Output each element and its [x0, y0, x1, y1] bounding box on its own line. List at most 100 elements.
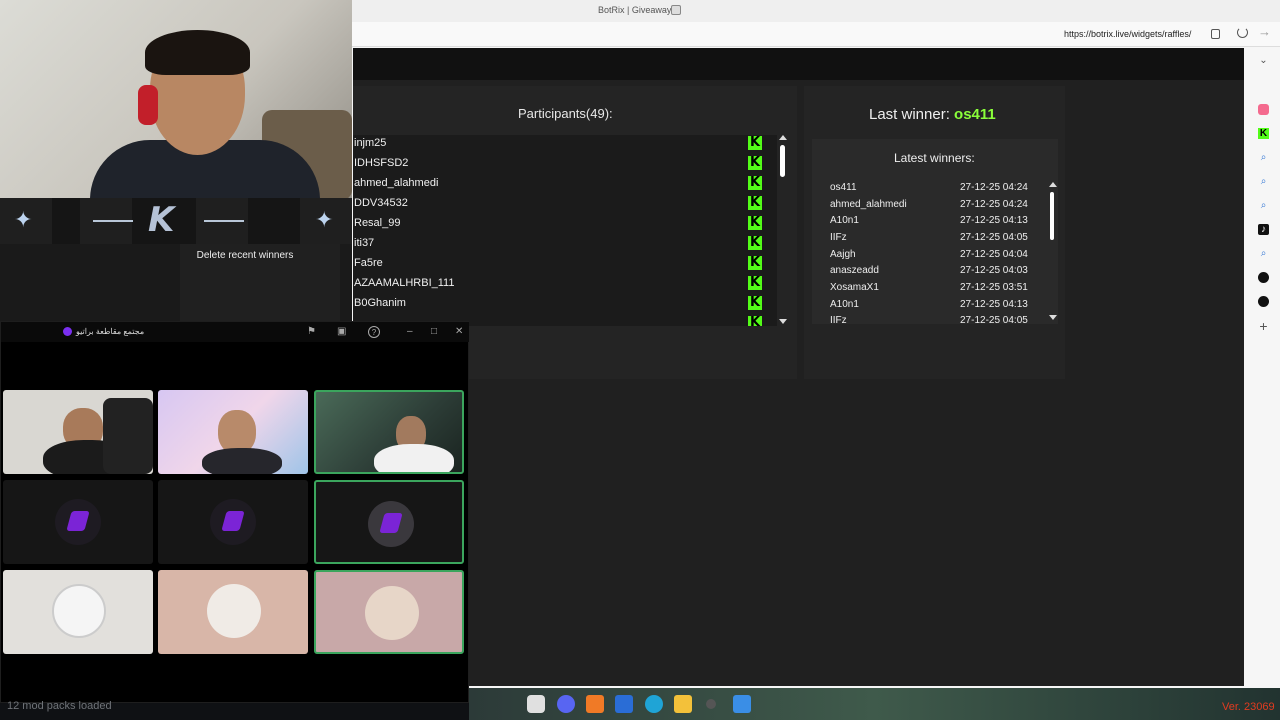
participant-body — [374, 444, 454, 472]
avatar-tile-speaking[interactable] — [314, 480, 464, 564]
scroll-up-icon[interactable] — [1049, 182, 1057, 187]
winner-name: os411 — [830, 182, 857, 193]
avatar-tile[interactable] — [158, 480, 308, 564]
participants-scrollbar[interactable] — [779, 135, 787, 326]
winner-row: ahmed_alahmedi 27-12-25 04:24 — [830, 199, 1035, 215]
lock-icon[interactable] — [1211, 29, 1220, 39]
edge-icon[interactable] — [645, 695, 663, 713]
flag-icon[interactable]: ⚑ — [307, 326, 316, 337]
avatar-tile-speaking[interactable] — [314, 570, 464, 654]
video-tile[interactable] — [158, 390, 308, 474]
channel-logo: K — [148, 200, 175, 240]
avatar — [207, 584, 261, 638]
participant-name: ahmed_alahmedi — [354, 177, 439, 189]
avatar — [210, 499, 256, 545]
kick-icon: K — [748, 316, 762, 326]
streamer — [90, 30, 320, 198]
participant-name: DDV34532 — [354, 197, 408, 209]
scroll-thumb[interactable] — [780, 145, 785, 177]
winner-time: 27-12-25 04:13 — [960, 215, 1028, 226]
botrix-page: Participants(49): injm25 K IDHSFSD2 K ahme… — [353, 48, 1244, 686]
winners-panel: Last winner: os411 Latest winners: os411… — [804, 86, 1065, 379]
search-icon[interactable]: ⌕ — [1258, 152, 1269, 163]
tab-audio-icon[interactable] — [671, 5, 681, 15]
video-tile-speaking[interactable] — [314, 390, 464, 474]
kick-icon: K — [748, 155, 762, 170]
winner-name: A10n1 — [830, 215, 859, 226]
search-icon[interactable]: ⌕ — [1258, 200, 1269, 211]
logo-line — [204, 220, 244, 222]
winner-time: 27-12-25 04:05 — [960, 232, 1028, 243]
winner-time: 27-12-25 03:51 — [960, 282, 1028, 293]
url-text[interactable]: https://botrix.live/widgets/raffles/ — [1064, 29, 1191, 39]
participants-list[interactable]: injm25 K IDHSFSD2 K ahmed_alahmedi K DDV345… — [353, 135, 777, 326]
winner-name: IIFz — [830, 232, 847, 243]
scroll-thumb[interactable] — [1050, 192, 1054, 240]
voice-call-window: مجتمع مقاطعة براتيو ⚑ ▣ ? – □ ✕ — [0, 321, 469, 703]
video-app-icon[interactable] — [1258, 104, 1269, 115]
avatar — [52, 584, 106, 638]
scroll-down-icon[interactable] — [1049, 315, 1057, 320]
winner-time: 27-12-25 04:04 — [960, 249, 1028, 260]
list-item: injm25 K — [354, 135, 764, 155]
close-icon[interactable]: ✕ — [455, 326, 463, 337]
maximize-icon[interactable]: □ — [431, 326, 437, 337]
screen-share-icon[interactable]: ▣ — [337, 326, 346, 337]
participant-body — [202, 448, 282, 474]
kick-icon: K — [748, 175, 762, 190]
kick-icon[interactable]: K — [1258, 128, 1269, 139]
app-icon[interactable] — [1258, 272, 1269, 283]
server-icon — [63, 327, 72, 336]
participants-title: Participants(49): — [518, 106, 613, 121]
winner-row: Aajgh 27-12-25 04:04 — [830, 249, 1035, 265]
winner-name: A10n1 — [830, 299, 859, 310]
add-icon[interactable]: + — [1258, 319, 1269, 333]
latest-winners-title: Latest winners: — [894, 151, 975, 165]
tab-title[interactable]: BotRix | Giveaways — [598, 5, 676, 15]
streamer-hair — [145, 30, 250, 75]
app-icon[interactable] — [586, 695, 604, 713]
delete-recent-winners-button[interactable]: Delete recent winners — [190, 250, 300, 262]
winners-scrollbar[interactable] — [1049, 182, 1057, 322]
list-item: ahmed_alahmedi K — [354, 175, 764, 195]
app-icon[interactable] — [1258, 296, 1269, 307]
discord-icon[interactable] — [557, 695, 575, 713]
scroll-up-icon[interactable] — [779, 135, 787, 140]
avatar-tile[interactable] — [3, 570, 153, 654]
avatar-tile[interactable] — [3, 480, 153, 564]
winner-name: ahmed_alahmedi — [830, 199, 907, 210]
winner-time: 27-12-25 04:24 — [960, 199, 1028, 210]
store-icon[interactable] — [615, 695, 633, 713]
participant-name: Resal_99 — [354, 217, 401, 229]
kick-icon: K — [748, 275, 762, 290]
app-icon[interactable] — [706, 699, 716, 709]
windows-icon[interactable] — [733, 695, 751, 713]
chevron-down-icon[interactable]: ⌄ — [1258, 55, 1269, 66]
participant-name: injm25 — [354, 137, 387, 149]
app-icon[interactable] — [527, 695, 545, 713]
tiktok-icon[interactable]: ♪ — [1258, 224, 1269, 235]
kick-icon: K — [748, 295, 762, 310]
reload-icon[interactable] — [1237, 27, 1248, 38]
help-icon[interactable]: ? — [368, 326, 380, 338]
winner-row: os411 27-12-25 04:24 — [830, 182, 1035, 198]
channel-logo-strip: ✦ K ✦ — [0, 198, 352, 244]
forward-arrow-icon[interactable]: → — [1258, 24, 1271, 39]
winner-row: A10n1 27-12-25 04:13 — [830, 215, 1035, 231]
kick-icon: K — [748, 255, 762, 270]
folder-icon[interactable] — [674, 695, 692, 713]
minimize-icon[interactable]: – — [407, 326, 413, 337]
latest-winners-box[interactable]: Latest winners: os411 27-12-25 04:24 ahme… — [812, 139, 1058, 324]
list-item: DDV34532 K — [354, 195, 764, 215]
avatar-tile[interactable] — [158, 570, 308, 654]
search-icon[interactable]: ⌕ — [1258, 248, 1269, 259]
kick-icon: K — [748, 235, 762, 250]
winner-row: XosamaX1 27-12-25 03:51 — [830, 282, 1035, 298]
winner-time: 27-12-25 04:05 — [960, 315, 1028, 324]
winner-name: anaszeadd — [830, 265, 879, 276]
search-icon[interactable]: ⌕ — [1258, 176, 1269, 187]
video-tile[interactable] — [3, 390, 153, 474]
list-item: Resal_99 K — [354, 215, 764, 235]
winner-row: IIFz 27-12-25 04:05 — [830, 315, 1035, 324]
scroll-down-icon[interactable] — [779, 319, 787, 324]
